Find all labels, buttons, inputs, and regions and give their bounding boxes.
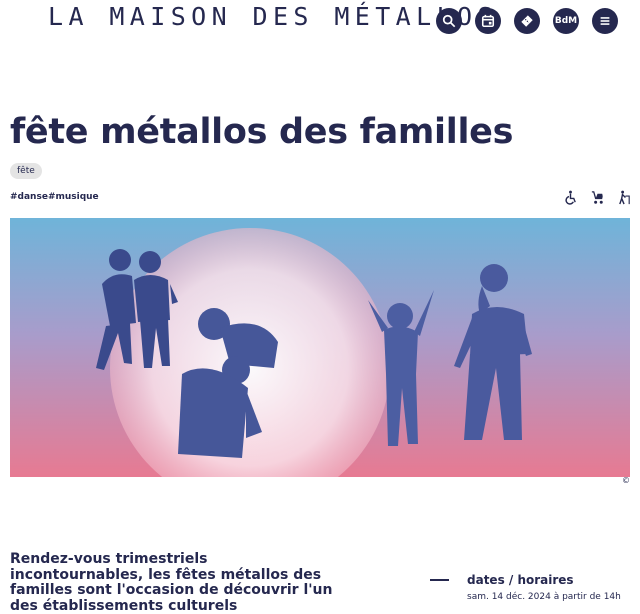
menu-icon <box>600 17 610 25</box>
hashtag-list: #danse#musique <box>10 192 99 202</box>
ticket-icon <box>521 15 533 27</box>
bdm-icon: BdM <box>554 16 578 26</box>
hashtag-danse[interactable]: #danse <box>10 192 48 202</box>
ticket-button[interactable] <box>514 8 540 34</box>
dates-divider <box>430 579 449 581</box>
accessibility-icons <box>563 190 632 205</box>
agenda-button[interactable] <box>475 8 501 34</box>
site-logo[interactable]: LA MAISON DES MÉTALLOS <box>48 2 498 31</box>
bdm-button[interactable]: BdM <box>553 8 579 34</box>
image-credit: © <box>622 476 630 485</box>
dates-heading: dates / horaires <box>467 573 574 587</box>
header-nav: BdM <box>436 8 618 34</box>
calendar-icon <box>481 14 495 28</box>
page-title: fête métallos des familles <box>10 112 514 152</box>
category-badge[interactable]: fête <box>10 163 42 179</box>
date-entry: sam. 14 déc. 2024 à partir de 14h <box>467 592 621 602</box>
stroller-icon <box>591 191 603 204</box>
menu-button[interactable] <box>592 8 618 34</box>
wheelchair-icon <box>565 190 576 205</box>
search-icon <box>442 14 456 28</box>
event-intro-text: Rendez-vous trimestriels incontournables… <box>10 551 333 614</box>
search-button[interactable] <box>436 8 462 34</box>
walking-cane-icon <box>619 190 630 205</box>
children-playing-illustration <box>96 228 532 477</box>
hashtag-musique[interactable]: #musique <box>48 192 99 202</box>
event-hero-image <box>10 218 630 477</box>
